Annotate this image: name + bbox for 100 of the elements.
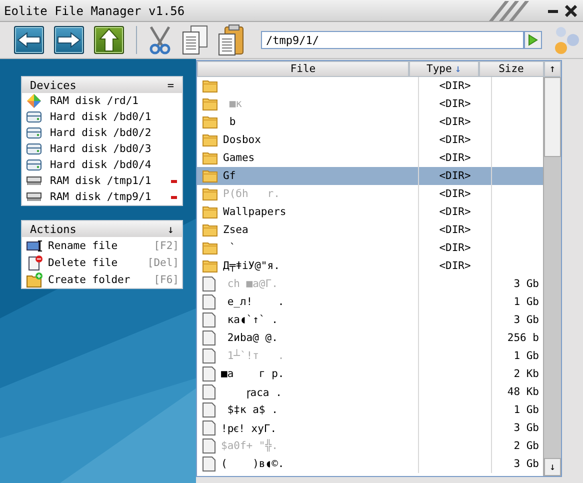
file-icon — [202, 420, 216, 436]
file-icon — [202, 294, 216, 310]
file-size: 3 Gb — [514, 278, 539, 290]
file-row[interactable]: ` <DIR> — [197, 239, 543, 257]
file-row[interactable]: 2иba@ @. 256 b — [197, 329, 543, 347]
sort-arrow: ↓ — [454, 63, 462, 75]
file-name: $‡к a$ . — [226, 404, 278, 416]
file-name: P(бh r. — [223, 188, 280, 200]
file-name: ( )в◖©. — [221, 458, 284, 470]
file-size: 1 Gb — [514, 350, 539, 362]
file-row[interactable]: <DIR> — [197, 77, 543, 95]
window-title: Eolite File Manager v1.56 — [4, 4, 186, 18]
file-row[interactable]: ꞅaca . 48 Kb — [197, 383, 543, 401]
file-icon — [202, 276, 216, 292]
file-name: Gf — [223, 170, 236, 182]
device-label: RAM disk /tmp1/1 — [50, 175, 152, 187]
file-name: ■a г р. — [221, 368, 284, 380]
file-icon — [202, 312, 216, 328]
action-item[interactable]: Create folder [F6] — [22, 271, 182, 288]
back-button[interactable] — [14, 26, 44, 54]
file-row[interactable]: b <DIR> — [197, 113, 543, 131]
file-row[interactable]: 1┴`!т . 1 Gb — [197, 347, 543, 365]
file-row[interactable]: ка◖`↑` . 3 Gb — [197, 311, 543, 329]
file-name: 2иba@ @. — [226, 332, 278, 344]
copy-icon[interactable] — [181, 25, 209, 55]
file-row[interactable]: Gf <DIR> — [197, 167, 543, 185]
file-column-header[interactable]: File — [197, 61, 409, 77]
scissors-icon[interactable] — [147, 25, 173, 55]
action-label: Rename file — [48, 240, 119, 252]
file-type: <DIR> — [439, 206, 471, 218]
file-size: 256 b — [507, 332, 539, 344]
forward-button[interactable] — [54, 26, 84, 54]
file-type: <DIR> — [439, 224, 471, 236]
file-name: Д╤ǂiУ@"я. — [223, 260, 280, 272]
device-label: RAM disk /rd/1 — [50, 95, 140, 107]
go-button[interactable] — [524, 31, 542, 49]
folder-icon — [202, 187, 218, 201]
file-row[interactable]: $a0f+ "╬. 2 Gb — [197, 437, 543, 455]
device-label: RAM disk /tmp9/1 — [50, 191, 152, 203]
file-size: 2 Kb — [514, 368, 539, 380]
folder-icon — [202, 241, 218, 255]
device-item[interactable]: Hard disk /bd0/2 — [22, 125, 182, 141]
action-item[interactable]: Delete file [Del] — [22, 254, 182, 271]
scroll-down-button[interactable]: ↓ — [544, 458, 561, 476]
up-button[interactable] — [94, 26, 124, 54]
file-row[interactable]: !pꞓ! xyГ. 3 Gb — [197, 419, 543, 437]
file-name: Dosbox — [223, 134, 261, 146]
file-type: <DIR> — [439, 188, 471, 200]
device-item[interactable]: Hard disk /bd0/1 — [22, 109, 182, 125]
type-header-label: Type — [426, 63, 452, 75]
device-item[interactable]: RAM disk /tmp1/1 — [22, 173, 182, 189]
file-icon — [202, 438, 216, 454]
device-item[interactable]: RAM disk /rd/1 — [22, 93, 182, 109]
diamond-icon — [26, 93, 42, 109]
file-type: <DIR> — [439, 134, 471, 146]
type-column-header[interactable]: Type ↓ — [408, 61, 479, 77]
paste-icon[interactable] — [217, 24, 245, 56]
file-row[interactable]: e_л! . 1 Gb — [197, 293, 543, 311]
collapse-arrow[interactable]: ↓ — [167, 222, 174, 236]
file-icon — [202, 456, 216, 472]
device-item[interactable]: RAM disk /tmp9/1 — [22, 189, 182, 205]
file-row[interactable]: Dosbox <DIR> — [197, 131, 543, 149]
file-type: <DIR> — [439, 98, 471, 110]
file-row[interactable]: Wallpapers <DIR> — [197, 203, 543, 221]
folder-icon — [202, 97, 218, 111]
file-name: Games — [223, 152, 255, 164]
delete-file-icon — [26, 254, 44, 270]
file-row[interactable]: ( )в◖©. 3 Gb — [197, 455, 543, 473]
actions-header[interactable]: Actions ↓ — [22, 221, 182, 237]
folder-icon — [202, 115, 218, 129]
file-name: Wallpapers — [223, 206, 286, 218]
file-row[interactable]: Zsea <DIR> — [197, 221, 543, 239]
close-icon[interactable] — [565, 4, 577, 16]
file-row[interactable]: Д╤ǂiУ@"я. <DIR> — [197, 257, 543, 275]
file-type: <DIR> — [439, 80, 471, 92]
shortcut-label: [Del] — [147, 256, 179, 268]
shortcut-label: [F2] — [154, 240, 179, 252]
file-row[interactable]: ■к <DIR> — [197, 95, 543, 113]
file-name: ■к — [228, 98, 242, 110]
size-column-header[interactable]: Size — [478, 61, 544, 77]
unmount-mark[interactable] — [171, 196, 177, 198]
device-item[interactable]: Hard disk /bd0/4 — [22, 157, 182, 173]
file-row[interactable]: P(бh r. <DIR> — [197, 185, 543, 203]
file-row[interactable]: $‡к a$ . 1 Gb — [197, 401, 543, 419]
scroll-up-button[interactable]: ↑ — [544, 61, 561, 77]
panel-menu-icon[interactable]: = — [167, 78, 174, 92]
file-size: 3 Gb — [514, 458, 539, 470]
devices-header[interactable]: Devices = — [22, 77, 182, 93]
file-name: ка◖`↑` . — [226, 314, 278, 326]
scroll-thumb[interactable] — [544, 77, 561, 157]
path-field[interactable]: /tmp9/1/ — [261, 31, 524, 49]
file-row[interactable]: ■a г р. 2 Kb — [197, 365, 543, 383]
device-item[interactable]: Hard disk /bd0/3 — [22, 141, 182, 157]
action-item[interactable]: Rename file [F2] — [22, 237, 182, 254]
unmount-mark[interactable] — [171, 180, 177, 182]
action-label: Create folder — [48, 274, 132, 286]
action-label: Delete file — [48, 256, 119, 268]
file-type: <DIR> — [439, 170, 471, 182]
memory-chip-icon — [26, 192, 42, 202]
file-row[interactable]: ch ■a@Г. 3 Gb — [197, 275, 543, 293]
